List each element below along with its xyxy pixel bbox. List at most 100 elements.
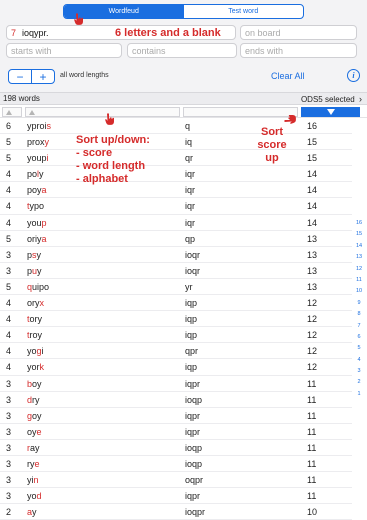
remaining-letters: iqr bbox=[185, 169, 196, 180]
word: puy bbox=[27, 266, 42, 276]
word-length-stepper[interactable]: − + bbox=[8, 69, 55, 84]
clear-all-button[interactable]: Clear All bbox=[271, 71, 305, 81]
letters-value: ioqypr. bbox=[22, 27, 49, 38]
annotation-score-up-line2: score bbox=[257, 139, 287, 151]
index-item[interactable]: 11 bbox=[353, 277, 365, 288]
table-row[interactable]: 5 proxy iq 15 bbox=[0, 134, 352, 151]
word-part: ay bbox=[30, 442, 40, 453]
index-item[interactable]: 1 bbox=[353, 391, 365, 402]
table-row[interactable]: 5 youpi qr 15 bbox=[0, 150, 352, 167]
increase-length-button[interactable]: + bbox=[31, 70, 54, 83]
decrease-length-button[interactable]: − bbox=[9, 70, 31, 83]
remaining-letters: qp bbox=[185, 233, 196, 244]
word: typo bbox=[27, 201, 44, 211]
table-row[interactable]: 4 tory iqp 12 bbox=[0, 311, 352, 328]
word-length: 4 bbox=[6, 314, 12, 325]
sort-alphabet-button[interactable] bbox=[25, 107, 180, 117]
word-length: 3 bbox=[6, 249, 12, 260]
table-row[interactable]: 3 rye ioqp 11 bbox=[0, 456, 352, 473]
index-item[interactable]: 10 bbox=[353, 288, 365, 299]
table-row[interactable]: 2 ay ioqpr 10 bbox=[0, 504, 352, 520]
word-length: 4 bbox=[6, 346, 12, 357]
ends-with-input[interactable]: ends with bbox=[240, 43, 357, 58]
remaining-letters: ioqr bbox=[185, 265, 201, 276]
remaining-letters: iqpr bbox=[185, 378, 201, 389]
word-length: 5 bbox=[6, 233, 12, 244]
word-score: 10 bbox=[307, 507, 318, 518]
sort-triangle-icon bbox=[29, 109, 35, 115]
word-length: 3 bbox=[6, 410, 12, 421]
word-list: 6 yprois q 16 5 proxy iq 15 5 youpi qr 15 4 poly iqr 14… bbox=[0, 118, 352, 520]
sort-triangle-icon bbox=[326, 109, 335, 115]
index-item[interactable]: 8 bbox=[353, 311, 365, 322]
remaining-letters: yr bbox=[185, 281, 193, 292]
index-item[interactable]: 13 bbox=[353, 254, 365, 265]
index-item[interactable]: 3 bbox=[353, 368, 365, 379]
table-row[interactable]: 4 york iqp 12 bbox=[0, 359, 352, 376]
tab-test-word[interactable]: Test word bbox=[184, 5, 304, 18]
word-part: youp bbox=[27, 153, 47, 164]
word-part: uipo bbox=[32, 281, 50, 292]
word-length: 3 bbox=[6, 265, 12, 276]
index-item[interactable]: 5 bbox=[353, 345, 365, 356]
index-item[interactable]: 2 bbox=[353, 379, 365, 390]
word-score: 15 bbox=[307, 137, 318, 148]
table-row[interactable]: 3 yin oqpr 11 bbox=[0, 472, 352, 489]
word-lengths-label: all word lengths bbox=[60, 72, 109, 79]
board-letter: e bbox=[34, 458, 40, 469]
on-board-input[interactable]: on board bbox=[240, 25, 357, 40]
table-row[interactable]: 4 poya iqr 14 bbox=[0, 182, 352, 199]
word: tory bbox=[27, 314, 42, 324]
word-count: 198 words bbox=[3, 94, 40, 103]
contains-input[interactable]: contains bbox=[127, 43, 237, 58]
index-item[interactable]: 15 bbox=[353, 231, 365, 242]
letter-count: 7 bbox=[11, 27, 17, 38]
word-part: roy bbox=[29, 330, 43, 341]
table-row[interactable]: 4 yogi qpr 12 bbox=[0, 343, 352, 360]
table-row[interactable]: 4 typo iqr 14 bbox=[0, 198, 352, 215]
score-index-bar[interactable]: 16 15 14 13 12 11 10 9 8 7 6 5 4 3 2 1 bbox=[353, 220, 365, 402]
index-item[interactable]: 4 bbox=[353, 357, 365, 368]
index-item[interactable]: 7 bbox=[353, 323, 365, 334]
table-row[interactable]: 5 quipo yr 13 bbox=[0, 279, 352, 296]
index-item[interactable]: 14 bbox=[353, 243, 365, 254]
table-row[interactable]: 3 psy ioqr 13 bbox=[0, 247, 352, 263]
table-row[interactable]: 4 youp iqr 14 bbox=[0, 215, 352, 231]
info-icon[interactable]: i bbox=[347, 69, 360, 82]
remaining-letters: iqp bbox=[185, 362, 198, 373]
word-length: 3 bbox=[6, 442, 12, 453]
word-length: 2 bbox=[6, 507, 12, 518]
word-score: 16 bbox=[307, 121, 318, 131]
index-item[interactable]: 6 bbox=[353, 334, 365, 345]
table-row[interactable]: 3 dry ioqp 11 bbox=[0, 392, 352, 408]
word-length: 4 bbox=[6, 362, 12, 373]
word-score: 11 bbox=[307, 442, 317, 453]
table-row[interactable]: 3 ray ioqp 11 bbox=[0, 440, 352, 456]
word: troy bbox=[27, 330, 42, 340]
table-row[interactable]: 3 yod iqpr 11 bbox=[0, 488, 352, 505]
table-row[interactable]: 4 troy iqp 12 bbox=[0, 327, 352, 344]
index-item[interactable]: 9 bbox=[353, 300, 365, 311]
table-row[interactable]: 4 poly iqr 14 bbox=[0, 166, 352, 183]
mode-segmented-control[interactable]: Wordfeud Test word bbox=[63, 4, 304, 19]
table-row[interactable]: 3 boy iqpr 11 bbox=[0, 376, 352, 392]
index-item[interactable]: 16 bbox=[353, 220, 365, 231]
sort-score-button[interactable] bbox=[301, 107, 360, 117]
word-length: 4 bbox=[6, 330, 12, 341]
table-row[interactable]: 6 yprois q 16 bbox=[0, 118, 352, 135]
lexicon-selector[interactable]: ODS5 selected › bbox=[301, 94, 362, 104]
remaining-letters: iqr bbox=[185, 201, 196, 212]
word: yprois bbox=[27, 121, 51, 131]
remaining-letters: iqp bbox=[185, 314, 198, 325]
table-row[interactable]: 5 oriya qp 13 bbox=[0, 231, 352, 247]
word-part: ory bbox=[29, 314, 43, 325]
table-row[interactable]: 3 oye iqpr 11 bbox=[0, 424, 352, 440]
word-score: 11 bbox=[307, 458, 317, 469]
starts-with-input[interactable]: starts with bbox=[6, 43, 122, 58]
index-item[interactable]: 12 bbox=[353, 266, 365, 277]
table-row[interactable]: 3 puy ioqr 13 bbox=[0, 263, 352, 279]
table-row[interactable]: 4 oryx iqp 12 bbox=[0, 295, 352, 312]
table-row[interactable]: 3 goy iqpr 11 bbox=[0, 408, 352, 424]
sort-length-button[interactable] bbox=[2, 107, 22, 117]
word-part: yo bbox=[27, 491, 37, 502]
